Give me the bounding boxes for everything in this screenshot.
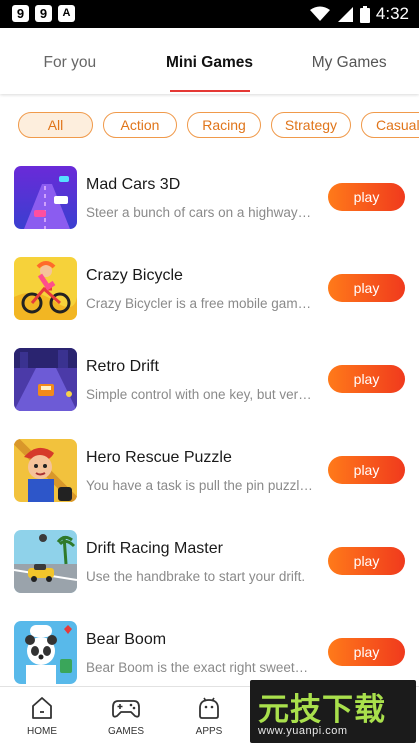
play-button[interactable]: play: [328, 638, 405, 666]
system-status: 4:32: [309, 4, 409, 24]
play-button[interactable]: play: [328, 274, 405, 302]
clock: 4:32: [375, 4, 409, 23]
nav-apps[interactable]: APPS: [179, 695, 239, 737]
game-title: Drift Racing Master: [86, 540, 223, 557]
watermark-url: www.yuanpi.com: [258, 725, 348, 737]
hero-rescue-thumbnail: [14, 439, 77, 502]
home-icon: [32, 697, 52, 719]
game-title: Retro Drift: [86, 358, 159, 375]
notification-badge: A: [58, 5, 75, 22]
battery-icon: [359, 5, 370, 23]
watermark-logo: 元⁠技下载 www.yuanpi.com: [250, 680, 416, 743]
nav-home[interactable]: HOME: [12, 695, 72, 737]
nav-label: GAMES: [107, 726, 145, 737]
game-title: Crazy Bicycle: [86, 267, 183, 284]
game-description: Use the handbrake to start your drift.: [86, 569, 306, 584]
bicycle-thumbnail: [14, 257, 77, 320]
category-filter-bar: All Action Racing Strategy Casual: [18, 112, 419, 140]
game-description: Bear Boom is the exact right sweet…: [86, 660, 309, 675]
tab-for-you[interactable]: For you: [0, 28, 140, 94]
notification-badge: 9: [35, 5, 52, 22]
game-description: Simple control with one key, but ver…: [86, 387, 312, 402]
gamepad-icon: [112, 700, 140, 718]
nav-label: HOME: [27, 726, 57, 737]
tab-mini-games[interactable]: Mini Games: [140, 28, 280, 94]
nav-label: APPS: [195, 726, 223, 737]
game-description: Crazy Bicycler is a free mobile gam…: [86, 296, 312, 311]
chip-action[interactable]: Action: [103, 112, 177, 138]
wifi-icon: [309, 6, 330, 21]
mad-cars-thumbnail: [14, 166, 77, 229]
drift-racing-thumbnail: [14, 530, 77, 593]
game-description: You have a task is pull the pin puzzl…: [86, 478, 313, 493]
chip-all[interactable]: All: [18, 112, 93, 138]
list-item[interactable]: Retro Drift Simple control with one key,…: [14, 348, 419, 412]
play-button[interactable]: play: [328, 365, 405, 393]
list-item[interactable]: Crazy Bicycle Crazy Bicycler is a free m…: [14, 257, 419, 321]
game-title: Mad Cars 3D: [86, 176, 181, 193]
game-title: Bear Boom: [86, 631, 167, 648]
chip-casual[interactable]: Casual: [361, 112, 419, 138]
chip-strategy[interactable]: Strategy: [271, 112, 351, 138]
bear-boom-thumbnail: [14, 621, 77, 684]
game-description: Steer a bunch of cars on a highway…: [86, 205, 312, 220]
notification-icons: 9 9 A: [12, 5, 75, 22]
retro-drift-thumbnail: [14, 348, 77, 411]
android-icon: [199, 697, 219, 719]
list-item[interactable]: Mad Cars 3D Steer a bunch of cars on a h…: [14, 166, 419, 230]
notification-badge: 9: [12, 5, 29, 22]
tab-my-games[interactable]: My Games: [279, 28, 419, 94]
top-tab-bar: For you Mini Games My Games: [0, 28, 419, 94]
play-button[interactable]: play: [328, 456, 405, 484]
chip-racing[interactable]: Racing: [187, 112, 261, 138]
list-item[interactable]: Drift Racing Master Use the handbrake to…: [14, 530, 419, 594]
watermark-text: 元⁠技下载: [258, 692, 386, 728]
nav-games[interactable]: GAMES: [96, 695, 156, 737]
status-bar: 9 9 A 4:32: [0, 0, 419, 28]
signal-icon: [337, 6, 353, 22]
list-item[interactable]: Hero Rescue Puzzle You have a task is pu…: [14, 439, 419, 503]
play-button[interactable]: play: [328, 547, 405, 575]
game-title: Hero Rescue Puzzle: [86, 449, 232, 466]
play-button[interactable]: play: [328, 183, 405, 211]
list-item[interactable]: Bear Boom Bear Boom is the exact right s…: [14, 621, 419, 685]
